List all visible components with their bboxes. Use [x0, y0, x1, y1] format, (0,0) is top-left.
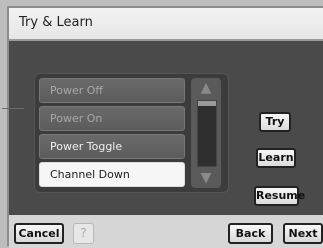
- cancel-button[interactable]: Cancel: [14, 223, 64, 244]
- list-item-channel-down[interactable]: Channel Down: [39, 162, 185, 187]
- scroll-up-icon[interactable]: ▲: [191, 78, 221, 98]
- list-item-power-on[interactable]: Power On: [39, 106, 185, 131]
- title-bar: Try & Learn: [9, 8, 323, 41]
- window-title: Try & Learn: [19, 15, 93, 30]
- list-item-power-off[interactable]: Power Off: [39, 78, 185, 103]
- help-button[interactable]: ?: [73, 223, 94, 244]
- main-panel: Power Off Power On Power Toggle Channel …: [2, 41, 323, 215]
- try-learn-window: Try & Learn Power Off Power On Power Tog…: [2, 6, 323, 248]
- list-item-power-toggle[interactable]: Power Toggle: [39, 134, 185, 159]
- scroll-down-icon[interactable]: ▼: [191, 168, 221, 188]
- pointer-line: [2, 108, 24, 109]
- try-button[interactable]: Try: [259, 112, 291, 132]
- scroll-track[interactable]: [197, 100, 217, 167]
- scroll-thumb[interactable]: [198, 101, 216, 106]
- learn-button[interactable]: Learn: [256, 148, 296, 168]
- list-scrollbar[interactable]: ▲ ▼: [191, 78, 221, 188]
- footer-bar: Cancel ? Back Next: [9, 215, 323, 248]
- next-button[interactable]: Next: [283, 223, 323, 244]
- back-button[interactable]: Back: [228, 223, 273, 244]
- resume-button[interactable]: Resume: [254, 186, 305, 206]
- command-list: Power Off Power On Power Toggle Channel …: [34, 73, 229, 193]
